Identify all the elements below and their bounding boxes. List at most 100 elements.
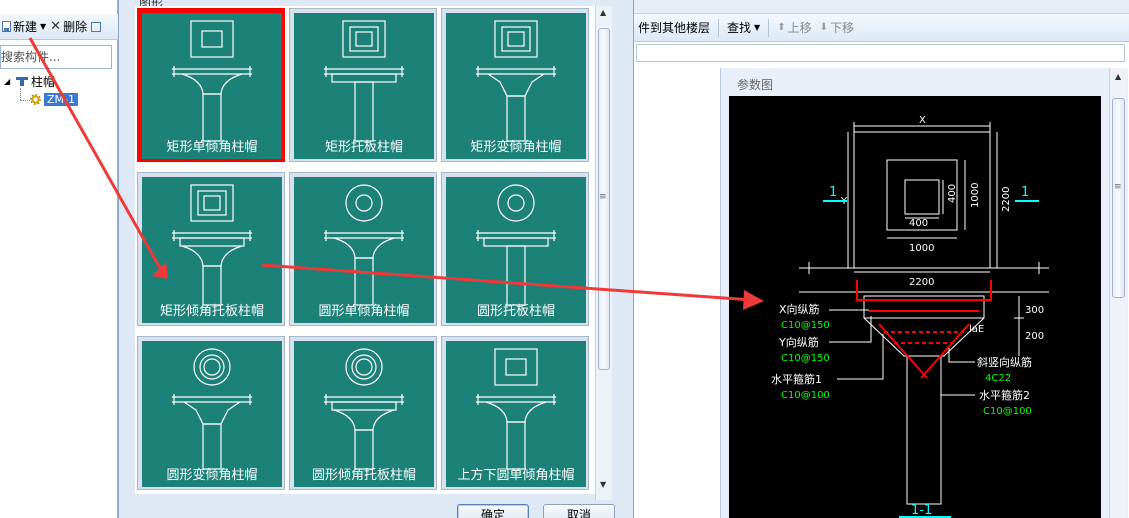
delete-button-label: 删除 bbox=[63, 20, 88, 34]
dim-x-label: X bbox=[919, 115, 926, 126]
dim-200-label: 200 bbox=[1025, 331, 1044, 342]
column-elevation bbox=[506, 421, 526, 470]
column-outline bbox=[904, 179, 940, 215]
plan-outline bbox=[345, 184, 383, 222]
copy-to-floors-button[interactable]: 件到其他楼层 bbox=[638, 19, 710, 36]
close-icon: ✕ bbox=[50, 19, 62, 34]
shape-tile[interactable]: 圆形托板柱帽 bbox=[441, 172, 589, 326]
plan-column bbox=[203, 358, 221, 376]
new-button[interactable]: 新建 ▼ bbox=[2, 18, 46, 35]
column-elevation bbox=[202, 93, 222, 142]
column-elevation bbox=[354, 81, 374, 142]
lae-label: laE bbox=[969, 324, 984, 335]
tile-preview: 圆形变倾角柱帽 bbox=[142, 341, 282, 487]
scroll-up-arrow-icon[interactable]: ▲ bbox=[600, 8, 606, 17]
scroll-up-arrow-icon[interactable]: ▲ bbox=[1115, 72, 1121, 81]
ok-button[interactable]: 确定 bbox=[457, 504, 529, 518]
chevron-down-icon: ▼ bbox=[754, 23, 761, 32]
tile-preview: 圆形托板柱帽 bbox=[446, 177, 586, 323]
parameter-diagram-panel: 参数图 X 400 400 1000 1000 2200 2200 1 1 X向… bbox=[720, 68, 1128, 518]
cap-taper bbox=[487, 73, 545, 97]
leader-lines bbox=[829, 309, 975, 396]
tile-label: 矩形单倾角柱帽 bbox=[166, 140, 258, 155]
tile-preview: 矩形变倾角柱帽 bbox=[446, 13, 586, 159]
new-button-label: 新建 bbox=[13, 20, 38, 34]
dim-400-label: 400 bbox=[909, 218, 928, 229]
plan-outline bbox=[345, 348, 383, 386]
shape-tile[interactable]: 矩形单倾角柱帽 bbox=[137, 8, 285, 162]
component-list-panel: 新建 ▼ ✕ 删除 ◢ 柱帽 ZM-1 bbox=[0, 0, 118, 518]
drop-panel bbox=[331, 73, 397, 83]
find-button[interactable]: 查找 ▼ bbox=[727, 19, 760, 36]
column-cap-icon bbox=[16, 76, 28, 86]
scroll-grip-icon: ≡ bbox=[599, 192, 606, 202]
plan-panel bbox=[349, 26, 379, 52]
tile-preview: 矩形倾角托板柱帽 bbox=[142, 177, 282, 323]
shape-tile[interactable]: 上方下圆单倾角柱帽 bbox=[441, 336, 589, 490]
shape-tile[interactable]: 矩形变倾角柱帽 bbox=[441, 8, 589, 162]
tree-node-label: 柱帽 bbox=[31, 74, 56, 89]
cap-taper bbox=[333, 237, 395, 259]
plan-outline bbox=[190, 20, 234, 58]
shape-tile[interactable]: 圆形变倾角柱帽 bbox=[137, 336, 285, 490]
dim-2200-label: 2200 bbox=[909, 277, 934, 288]
move-up-button[interactable]: ⬆ 上移 bbox=[777, 19, 811, 36]
plan-outline bbox=[494, 348, 538, 386]
column-elevation bbox=[202, 423, 222, 470]
panel-title: 参数图 bbox=[737, 78, 774, 92]
shape-tile[interactable]: 圆形倾角托板柱帽 bbox=[289, 336, 437, 490]
dim-300-label: 300 bbox=[1025, 305, 1044, 316]
move-down-button[interactable]: ⬇ 下移 bbox=[820, 19, 854, 36]
y-rebar-spec: C10@150 bbox=[781, 353, 830, 364]
cap-taper bbox=[181, 73, 243, 95]
shape-tile[interactable]: 圆形单倾角柱帽 bbox=[289, 172, 437, 326]
shape-select-dialog: 图形 矩形单倾角柱帽 矩形托板柱帽 矩形变倾角柱帽 矩形倾角托板柱帽 圆形单倾角… bbox=[118, 0, 634, 518]
gear-icon bbox=[30, 93, 41, 105]
cap-taper bbox=[183, 401, 241, 425]
copy-icon bbox=[91, 21, 102, 32]
delete-button[interactable]: ✕ 删除 bbox=[50, 18, 87, 35]
tile-label: 圆形单倾角柱帽 bbox=[318, 304, 410, 319]
leader-line bbox=[940, 366, 975, 396]
tile-preview: 上方下圆单倾角柱帽 bbox=[446, 341, 586, 487]
plan-outline bbox=[193, 348, 231, 386]
plan-dim-labels: X Y 400 400 1000 1000 2200 2200 bbox=[840, 115, 1012, 288]
drop-panel bbox=[483, 237, 549, 247]
search-input[interactable] bbox=[1, 46, 111, 68]
hoop2-label: 水平箍筋2 bbox=[979, 388, 1030, 402]
tree-node-zm-1[interactable]: ZM-1 bbox=[0, 90, 118, 108]
scroll-down-arrow-icon[interactable]: ▼ bbox=[600, 480, 606, 489]
arrow-down-icon: ⬇ bbox=[819, 22, 828, 33]
section-title: 1-1 bbox=[911, 503, 932, 518]
section-view bbox=[799, 262, 1049, 505]
dim-1000-label: 1000 bbox=[970, 183, 981, 208]
diagram-scrollbar[interactable]: ▲ ≡ bbox=[1109, 68, 1127, 518]
vertical-rebar-spec: 4C22 bbox=[985, 373, 1011, 384]
vertical-rebar-label: 斜竖向纵筋 bbox=[977, 355, 1032, 369]
leader-line bbox=[837, 334, 884, 380]
plan-outline bbox=[497, 184, 535, 222]
shape-tile[interactable]: 矩形倾角托板柱帽 bbox=[137, 172, 285, 326]
drop-panel bbox=[331, 401, 397, 411]
search-box bbox=[0, 45, 112, 69]
scrollbar-thumb[interactable] bbox=[1112, 98, 1125, 298]
column-elevation bbox=[506, 95, 526, 142]
property-row[interactable] bbox=[636, 44, 1125, 62]
gallery-scrollbar[interactable]: ▲ ≡ ▼ bbox=[595, 6, 612, 500]
find-button-label: 查找 bbox=[727, 21, 752, 35]
tile-preview: 矩形单倾角柱帽 bbox=[142, 13, 282, 159]
plan-column bbox=[203, 195, 221, 211]
plan-column bbox=[507, 31, 525, 47]
copy-button[interactable] bbox=[91, 21, 102, 32]
cancel-button[interactable]: 取消 bbox=[543, 504, 615, 518]
collapse-arrow-icon[interactable]: ◢ bbox=[4, 77, 14, 86]
tree-node-label: ZM-1 bbox=[44, 92, 78, 106]
shape-tile[interactable]: 矩形托板柱帽 bbox=[289, 8, 437, 162]
tree-node-column-cap[interactable]: ◢ 柱帽 bbox=[0, 72, 118, 90]
dim-1000-label: 1000 bbox=[909, 243, 934, 254]
component-tree: ◢ 柱帽 ZM-1 bbox=[0, 72, 118, 108]
cad-drawing: X Y 400 400 1000 1000 2200 2200 1 1 bbox=[729, 96, 1101, 518]
tile-label: 矩形托板柱帽 bbox=[324, 140, 403, 155]
x-rebar-spec: C10@150 bbox=[781, 320, 830, 331]
property-toolbar: 件到其他楼层 查找 ▼ ⬆ 上移 ⬇ 下移 bbox=[634, 14, 1129, 42]
